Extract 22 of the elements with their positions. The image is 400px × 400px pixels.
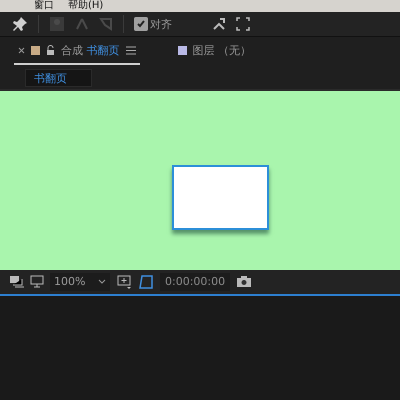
menu-item[interactable]: 帮助(H) <box>68 0 104 12</box>
camera-icon[interactable] <box>236 275 252 288</box>
close-icon[interactable] <box>18 46 25 54</box>
tab-label: 合成 书翻页 <box>61 42 120 58</box>
mask-shape-icon[interactable] <box>138 274 154 290</box>
lock-icon[interactable] <box>46 45 55 55</box>
pin-icon[interactable] <box>12 16 28 32</box>
timecode-field[interactable]: 0:00:00:00 <box>160 272 230 290</box>
region-icon[interactable] <box>116 274 132 290</box>
panel-tab[interactable]: 图层 （无） <box>174 37 255 65</box>
expand-arrow-icon[interactable] <box>212 17 226 31</box>
checkmark-icon <box>136 19 146 29</box>
align-checkbox[interactable]: 对齐 <box>134 16 172 32</box>
monitor-icon[interactable] <box>30 275 44 288</box>
breadcrumb-tab[interactable]: 书翻页 <box>25 69 92 87</box>
layers-icon[interactable] <box>10 276 24 288</box>
chevron-down-icon <box>98 279 106 284</box>
menu-icon[interactable] <box>126 46 136 54</box>
frame-icon[interactable] <box>236 17 250 31</box>
tab-label: 图层 （无） <box>192 42 251 58</box>
zoom-dropdown[interactable]: 100% <box>50 272 110 290</box>
panel-tab[interactable]: 合成 书翻页 <box>14 37 140 65</box>
